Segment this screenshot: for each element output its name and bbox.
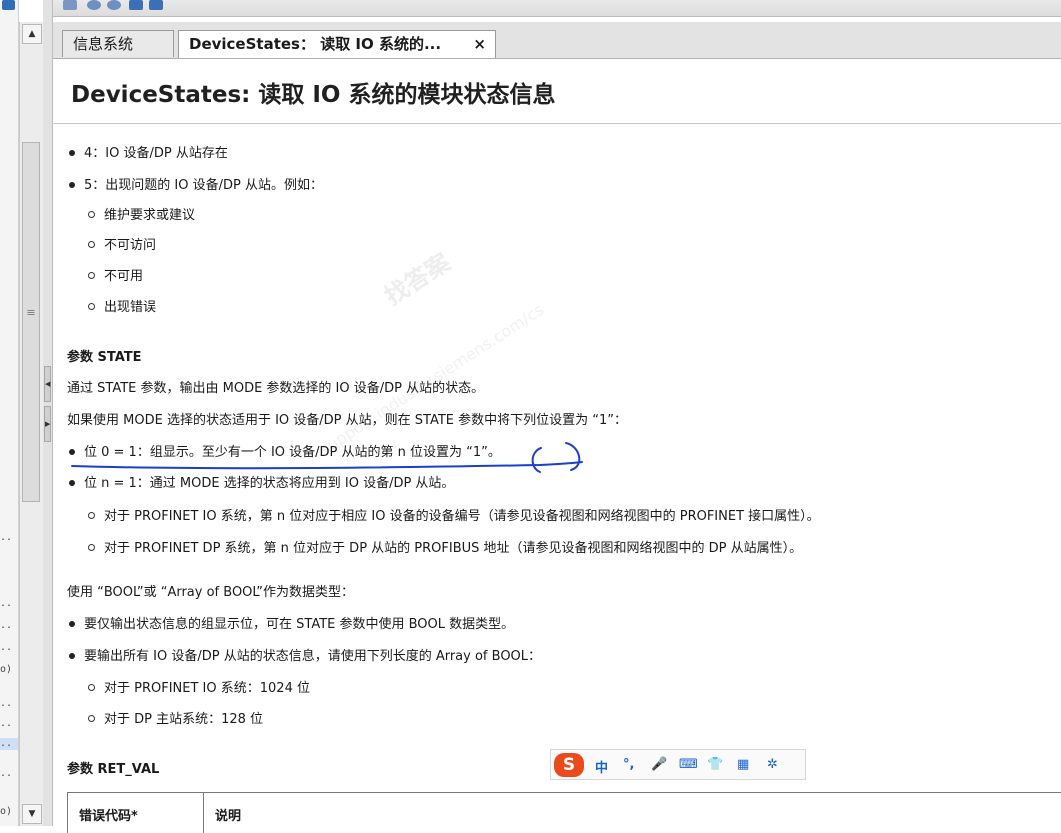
table-header-description: 说明 [215,809,242,824]
section-heading: 参数 RET_VAL [67,762,160,777]
circle-bullet-icon [88,211,95,218]
bullet-icon [69,479,75,486]
circle-bullet-icon [88,303,95,310]
tab-label: 信息系统 [73,35,134,53]
sub-list-item: 对于 PROFINET IO 系统：1024 位 [67,681,310,697]
sub-list-item: 不可用 [67,269,143,285]
tree-item-label[interactable]: .. [0,718,18,730]
project-icon[interactable] [2,0,15,10]
table-header-error-code: 错误代码* [68,793,204,833]
forward-icon[interactable] [107,0,121,10]
tree-item-label[interactable]: .. [0,768,18,780]
tree-item-label[interactable]: o) [0,664,18,676]
top-toolbar [53,0,1061,17]
tab-bar: 信息系统 DeviceStates： 读取 IO 系统的... × [53,22,1061,59]
ime-punctuation-button[interactable]: °, [623,757,634,772]
tab-information-system[interactable]: 信息系统 [62,30,174,57]
bullet-icon [69,448,75,455]
tree-item-label[interactable]: .. [0,642,18,654]
settings-icon[interactable]: ✲ [767,757,778,772]
tree-item-label[interactable]: .. [0,698,18,710]
ime-toolbar[interactable]: S 中 °, 🎤 ⌨ 👕 ▦ ✲ [550,749,806,780]
scroll-down-arrow-icon[interactable]: ▼ [22,804,42,824]
scroll-up-arrow-icon[interactable]: ▲ [22,24,42,44]
list-item: 位 n = 1：通过 MODE 选择的状态将应用到 IO 设备/DP 从站。 [67,476,454,492]
close-icon[interactable]: × [473,31,486,57]
back-icon[interactable] [87,0,101,10]
tree-item-label[interactable]: o) [0,806,18,818]
sub-list-item: 不可访问 [67,238,156,254]
circle-bullet-icon [88,544,95,551]
sync-icon[interactable] [63,0,77,10]
bullet-icon [69,149,75,156]
tree-item-label[interactable]: .. [0,532,18,544]
tree-item-label-selected[interactable]: .. [0,738,18,750]
microphone-icon[interactable]: 🎤 [651,757,667,772]
scroll-thumb[interactable]: ≡ [22,142,40,502]
page-title: DeviceStates: 读取 IO 系统的模块状态信息 [71,82,556,108]
list-item: 要仅输出状态信息的组显示位，可在 STATE 参数中使用 BOOL 数据类型。 [67,617,514,633]
collapse-left-icon[interactable]: ◀ [44,366,51,402]
sub-list-item: 维护要求或建议 [67,208,195,224]
library-icon[interactable] [129,0,143,10]
circle-bullet-icon [88,272,95,279]
print-icon[interactable] [149,0,163,10]
list-item: 5：出现问题的 IO 设备/DP 从站。例如： [67,178,323,194]
circle-bullet-icon [88,241,95,248]
tab-label: DeviceStates： 读取 IO 系统的... [189,35,442,53]
skin-icon[interactable]: 👕 [707,757,723,772]
tree-item-label[interactable]: .. [0,598,18,610]
title-divider [53,123,1061,124]
ime-chinese-mode-button[interactable]: 中 [595,757,608,776]
ime-logo-icon[interactable]: S [554,753,584,777]
sub-list-item: 对于 PROFINET IO 系统，第 n 位对应于相应 IO 设备的设备编号（… [67,509,820,525]
list-item: 位 0 = 1：组显示。至少有一个 IO 设备/DP 从站的第 n 位设置为 “… [67,445,501,461]
paragraph: 使用 “BOOL”或 “Array of BOOL”作为数据类型： [67,585,354,600]
bullet-icon [69,620,75,627]
toolbox-icon[interactable]: ▦ [737,757,749,772]
ret-val-table: 错误代码* 说明 [67,792,1061,833]
circle-bullet-icon [88,512,95,519]
panel-splitter[interactable]: ◀ ▶ [43,0,53,826]
list-item: 4：IO 设备/DP 从站存在 [67,146,228,162]
bullet-icon [69,652,75,659]
circle-bullet-icon [88,715,95,722]
circle-bullet-icon [88,684,95,691]
left-project-tree-strip: .. .. .. .. o) .. .. .. .. o) [0,0,19,826]
left-scrollbar[interactable]: ▲ ≡ ▼ [19,22,44,826]
bullet-icon [69,181,75,188]
sub-list-item: 对于 PROFINET DP 系统，第 n 位对应于 DP 从站的 PROFIB… [67,541,802,557]
section-heading: 参数 STATE [67,350,142,365]
help-content: DeviceStates: 读取 IO 系统的模块状态信息 4：IO 设备/DP… [53,59,1061,833]
list-item: 要输出所有 IO 设备/DP 从站的状态信息，请使用下列长度的 Array of… [67,649,541,665]
sub-list-item: 对于 DP 主站系统：128 位 [67,712,263,728]
keyboard-icon[interactable]: ⌨ [679,757,698,772]
tree-item-label[interactable]: .. [0,620,18,632]
sub-list-item: 出现错误 [67,300,156,316]
expand-right-icon[interactable]: ▶ [44,406,51,442]
tab-device-states[interactable]: DeviceStates： 读取 IO 系统的... × [178,30,496,58]
